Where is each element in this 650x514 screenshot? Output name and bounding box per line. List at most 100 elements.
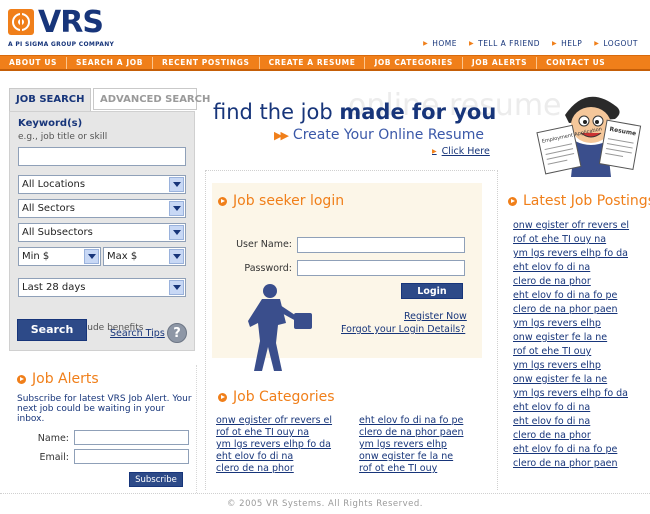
create-resume-link[interactable]: ▶ Click Here xyxy=(432,146,490,157)
divider xyxy=(205,170,206,490)
posting-link[interactable]: eht elov fo di na xyxy=(513,401,629,415)
nav-recent-postings[interactable]: RECENT POSTINGS xyxy=(153,56,260,69)
bullet-arrow-icon xyxy=(508,196,517,206)
job-alerts-description: Subscribe for latest VRS Job Alert. Your… xyxy=(17,394,192,424)
name-label: Name: xyxy=(37,433,69,444)
chevron-down-icon xyxy=(84,249,99,264)
logo-emblem-icon xyxy=(8,9,34,35)
bullet-arrow-icon xyxy=(218,196,227,206)
category-link[interactable]: onw egister ofr revers el xyxy=(216,415,332,426)
posting-link[interactable]: onw egister fe la ne xyxy=(513,331,629,345)
posting-link[interactable]: ym lgs revers elhp xyxy=(513,317,629,331)
help-icon[interactable]: ? xyxy=(167,323,187,343)
categories-column-1: onw egister ofr revers el rof ot ehe TI … xyxy=(216,415,332,474)
category-link[interactable]: clero de na phor paen xyxy=(359,427,464,438)
posting-link[interactable]: ym lgs revers elhp xyxy=(513,359,629,373)
posting-link[interactable]: eht elov fo di na fo pe xyxy=(513,443,629,457)
nav-job-alerts[interactable]: JOB ALERTS xyxy=(463,56,538,69)
top-link-home[interactable]: ▶ HOME xyxy=(423,39,457,48)
posting-link[interactable]: eht elov fo di na xyxy=(513,415,629,429)
posting-link[interactable]: clero de na phor xyxy=(513,275,629,289)
register-link[interactable]: Register Now xyxy=(404,311,467,322)
categories-column-2: eht elov fo di na fo pe clero de na phor… xyxy=(359,415,464,474)
category-link[interactable]: ym lgs revers elhp fo da xyxy=(216,439,332,450)
login-button[interactable]: Login xyxy=(401,283,463,299)
hero-title: find the job made for you xyxy=(213,100,497,124)
posting-link[interactable]: rof ot ehe TI ouy na xyxy=(513,233,629,247)
posting-link[interactable]: ym lgs revers elhp fo da xyxy=(513,387,629,401)
min-salary-select[interactable]: Min $ xyxy=(18,247,101,266)
job-alerts-title: Job Alerts xyxy=(17,371,99,387)
keyword-hint: e.g., job title or skill xyxy=(18,132,108,142)
email-label: Email: xyxy=(39,452,69,463)
top-link-help[interactable]: ▶ HELP xyxy=(552,39,582,48)
posting-link[interactable]: clero de na phor xyxy=(513,429,629,443)
top-link-logout[interactable]: ▶ LOGOUT xyxy=(594,39,638,48)
forgot-login-link[interactable]: Forgot your Login Details? xyxy=(341,324,465,335)
posting-link[interactable]: clero de na phor paen xyxy=(513,303,629,317)
category-link[interactable]: eht elov fo di na fo pe xyxy=(359,415,464,426)
posting-link[interactable]: ym lgs revers elhp fo da xyxy=(513,247,629,261)
subsector-select[interactable]: All Subsectors xyxy=(18,223,186,242)
tab-advanced-search[interactable]: ADVANCED SEARCH xyxy=(93,88,210,110)
search-button[interactable]: Search xyxy=(17,319,87,341)
password-input[interactable] xyxy=(297,260,465,276)
posting-link[interactable]: eht elov fo di na xyxy=(513,261,629,275)
posting-link[interactable]: onw egister fe la ne xyxy=(513,373,629,387)
sector-select[interactable]: All Sectors xyxy=(18,199,186,218)
keyword-input[interactable] xyxy=(18,147,186,166)
search-tips-link[interactable]: Search Tips xyxy=(110,328,165,339)
top-link-tell-a-friend[interactable]: ▶ TELL A FRIEND xyxy=(469,39,540,48)
subscribe-button[interactable]: Subscribe xyxy=(129,472,183,487)
category-link[interactable]: rof ot ehe TI ouy xyxy=(359,463,464,474)
hero-subtitle: ▶▶ Create Your Online Resume xyxy=(274,127,484,143)
posting-link[interactable]: eht elov fo di na fo pe xyxy=(513,289,629,303)
username-label: User Name: xyxy=(236,239,292,250)
bullet-arrow-icon xyxy=(218,392,227,402)
posting-link[interactable]: rof ot ehe TI ouy xyxy=(513,345,629,359)
max-salary-select[interactable]: Max $ xyxy=(103,247,186,266)
latest-postings-list: onw egister ofr revers el rof ot ehe TI … xyxy=(513,219,629,471)
nav-search-a-job[interactable]: SEARCH A JOB xyxy=(67,56,154,69)
arrow-icon: ▶ xyxy=(423,40,429,47)
chevron-down-icon xyxy=(169,280,184,295)
vrs-logo[interactable]: VRS A PI SIGMA GROUP COMPANY xyxy=(8,5,138,49)
chevron-down-icon xyxy=(169,249,184,264)
nav-about-us[interactable]: ABOUT US xyxy=(0,56,68,69)
category-link[interactable]: rof ot ehe TI ouy na xyxy=(216,427,332,438)
search-tabs: JOB SEARCH ADVANCED SEARCH xyxy=(7,88,210,112)
login-title: Job seeker login xyxy=(218,193,344,209)
nav-contact-us[interactable]: CONTACT US xyxy=(537,57,614,69)
arrow-icon: ▶ xyxy=(594,40,600,47)
chevron-down-icon xyxy=(169,177,184,192)
logo-text: VRS xyxy=(38,5,104,40)
category-link[interactable]: ym lgs revers elhp xyxy=(359,439,464,450)
username-input[interactable] xyxy=(297,237,465,253)
category-link[interactable]: onw egister fe la ne xyxy=(359,451,464,462)
alert-email-input[interactable] xyxy=(74,449,189,464)
category-link[interactable]: eht elov fo di na xyxy=(216,451,332,462)
posting-link[interactable]: onw egister ofr revers el xyxy=(513,219,629,233)
job-alerts-panel: Job Alerts Subscribe for latest VRS Job … xyxy=(7,365,197,493)
date-range-select[interactable]: Last 28 days xyxy=(18,278,186,297)
category-link[interactable]: clero de na phor xyxy=(216,463,332,474)
mascot-illustration: Employment Application Resume xyxy=(535,85,643,185)
alert-name-input[interactable] xyxy=(74,430,189,445)
arrow-icon: ▶ xyxy=(432,148,437,155)
bullet-arrow-icon xyxy=(17,374,26,384)
location-select[interactable]: All Locations xyxy=(18,175,186,194)
keyword-label: Keyword(s) xyxy=(18,118,83,129)
logo-tagline: A PI SIGMA GROUP COMPANY xyxy=(8,41,115,48)
job-search-panel: Keyword(s) e.g., job title or skill All … xyxy=(9,111,195,351)
login-panel: Job seeker login User Name: Password: Lo… xyxy=(212,183,482,371)
main-nav: ABOUT US SEARCH A JOB RECENT POSTINGS CR… xyxy=(0,55,650,71)
password-label: Password: xyxy=(244,263,292,274)
nav-job-categories[interactable]: JOB CATEGORIES xyxy=(365,56,463,69)
arrow-icon: ▶ xyxy=(552,40,558,47)
chevron-down-icon xyxy=(169,201,184,216)
posting-link[interactable]: clero de na phor paen xyxy=(513,457,629,471)
nav-create-a-resume[interactable]: CREATE A RESUME xyxy=(260,56,366,69)
latest-postings-title: Latest Job Postings xyxy=(508,193,650,209)
divider xyxy=(497,170,498,490)
tab-job-search[interactable]: JOB SEARCH xyxy=(9,88,91,112)
